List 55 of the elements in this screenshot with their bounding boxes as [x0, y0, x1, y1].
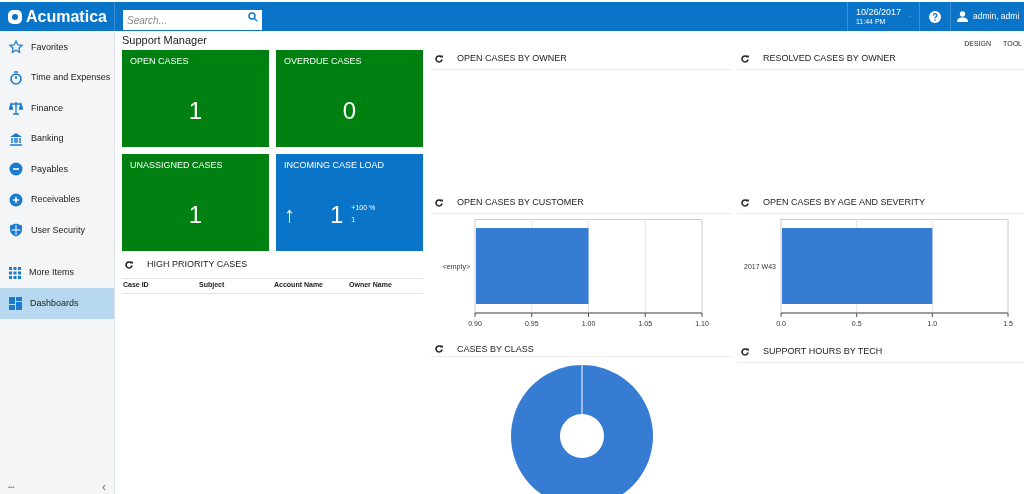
tile-title: OPEN CASES	[130, 55, 190, 67]
refresh-icon[interactable]	[435, 55, 443, 63]
widget-title: OPEN CASES BY CUSTOMER	[457, 196, 584, 210]
tile-value: 1	[330, 199, 344, 230]
widget-title: HIGH PRIORITY CASES	[147, 257, 248, 271]
logo-icon	[8, 9, 22, 24]
refresh-icon[interactable]	[435, 345, 443, 354]
widget-title: CASES BY CLASS	[457, 342, 534, 356]
tile-title: UNASSIGNED CASES	[130, 159, 224, 171]
tile-title: OVERDUE CASES	[284, 55, 363, 67]
user-icon	[957, 11, 968, 22]
nav-item[interactable]: User Security	[0, 215, 114, 246]
tile-value: 0	[342, 95, 357, 126]
refresh-icon[interactable]	[125, 260, 133, 269]
kpi-tile[interactable]: OPEN CASES 1	[122, 49, 269, 147]
nav-item[interactable]: Receivables	[0, 184, 114, 215]
help-icon[interactable]	[929, 10, 941, 23]
tile-title: INCOMING CASE LOAD	[284, 159, 385, 171]
refresh-icon[interactable]	[435, 199, 443, 207]
widget-title: SUPPORT HOURS BY TECH	[763, 345, 883, 359]
search-icon	[248, 11, 258, 22]
refresh-icon[interactable]	[741, 55, 749, 63]
user-menu[interactable]: admin, admi	[950, 2, 1024, 31]
collapse-sidebar-button[interactable]: ‹	[102, 481, 106, 493]
nav-item[interactable]: Payables	[0, 154, 114, 185]
grid-icon	[9, 266, 21, 279]
page-title: Support Manager	[122, 33, 207, 48]
tile-value: 1	[188, 199, 203, 230]
nav-item[interactable]: More Items	[0, 257, 114, 288]
user-name: admin, admi	[973, 10, 1020, 23]
nav-item[interactable]: Favorites	[0, 32, 114, 63]
scales-icon	[9, 101, 23, 116]
shield-icon	[9, 223, 23, 238]
refresh-icon[interactable]	[741, 199, 749, 207]
date-text: 10/26/2017	[856, 6, 902, 18]
app-name: Acumatica	[26, 6, 107, 27]
widget-title: OPEN CASES BY OWNER	[457, 52, 567, 66]
plus-circle-icon	[9, 192, 23, 207]
kpi-tile[interactable]: OVERDUE CASES 0	[276, 49, 423, 147]
nav-item[interactable]: Time and Expenses	[0, 62, 114, 93]
search-field[interactable]: Search...	[123, 10, 262, 30]
widget-title: RESOLVED CASES BY OWNER	[763, 52, 896, 66]
minus-circle-icon	[9, 162, 23, 177]
tile-value: 1	[188, 95, 203, 126]
kpi-tile[interactable]: UNASSIGNED CASES 1	[122, 153, 269, 251]
stopwatch-icon	[9, 70, 23, 85]
dashboard-icon	[9, 296, 22, 310]
trend-arrow: ↑	[284, 201, 296, 230]
refresh-icon[interactable]	[741, 348, 749, 356]
nav-item[interactable]: Finance	[0, 93, 114, 124]
widget-title: OPEN CASES BY AGE AND SEVERITY	[763, 196, 925, 210]
bank-icon	[9, 131, 23, 146]
star-icon	[9, 40, 23, 55]
nav-item[interactable]: Banking	[0, 123, 114, 154]
nav-item[interactable]: Dashboards	[0, 288, 114, 319]
